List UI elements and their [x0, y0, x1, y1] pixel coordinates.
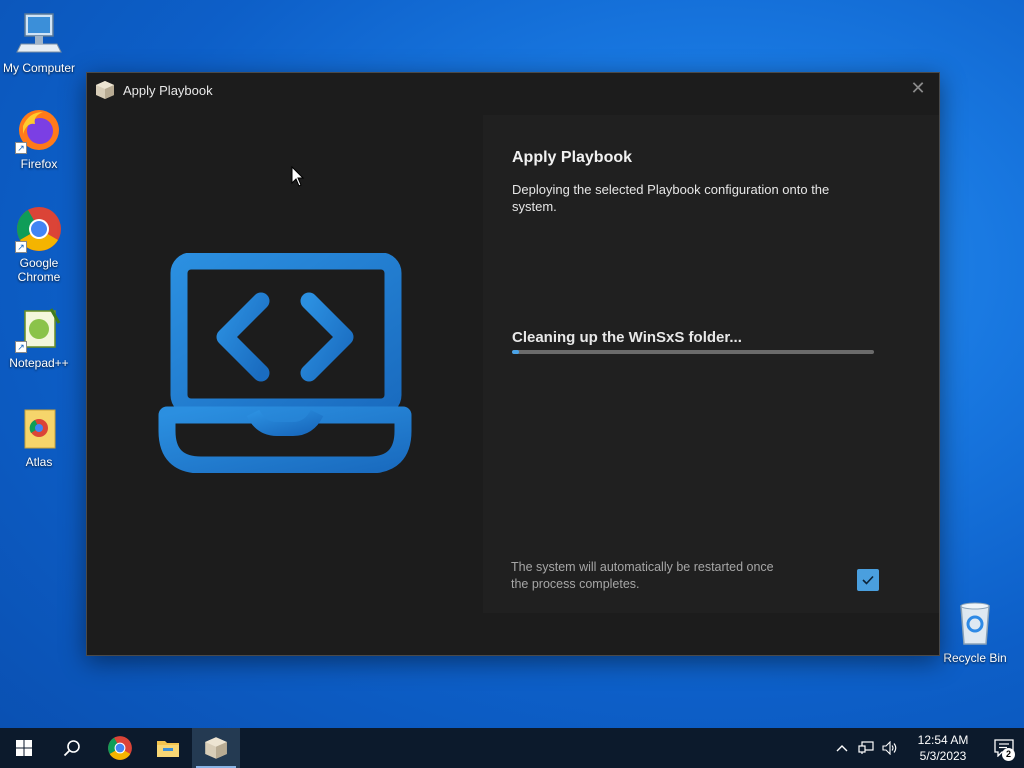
- progress-bar: [512, 350, 874, 354]
- firefox-icon: ↗: [15, 106, 63, 154]
- start-button[interactable]: [0, 728, 48, 768]
- search-button[interactable]: [48, 728, 96, 768]
- desktop-icon-label: Recycle Bin: [943, 651, 1007, 665]
- clock-time: 12:54 AM: [917, 733, 969, 747]
- start-icon: [16, 740, 32, 756]
- volume-button[interactable]: [878, 728, 902, 768]
- taskbar-file-explorer-button[interactable]: [144, 728, 192, 768]
- laptop-code-illustration: [158, 253, 412, 473]
- desktop-icon-label: Notepad++: [9, 356, 69, 370]
- playbook-app-icon: [96, 81, 114, 99]
- progress-bar-fill: [512, 350, 520, 354]
- panel-description: Deploying the selected Playbook configur…: [512, 182, 830, 214]
- desktop-icon-label: My Computer: [2, 61, 76, 75]
- show-hidden-icons-button[interactable]: [830, 728, 854, 768]
- mouse-cursor-icon: [291, 166, 305, 187]
- progress-status-text: Cleaning up the WinSxS folder...: [512, 329, 742, 346]
- desktop-icon-label: Firefox: [20, 157, 58, 171]
- system-tray: 12:54 AM 5/3/2023 2: [830, 728, 1024, 768]
- taskbar-playbook-button[interactable]: [192, 728, 240, 768]
- restart-checkbox[interactable]: [857, 569, 879, 591]
- notepadpp-icon: ↗: [15, 305, 63, 353]
- panel-heading: Apply Playbook: [512, 149, 633, 166]
- close-icon: ✕: [910, 77, 926, 98]
- network-icon: [858, 741, 874, 754]
- action-center-button[interactable]: 2: [984, 728, 1024, 768]
- network-button[interactable]: [854, 728, 878, 768]
- window-title: Apply Playbook: [123, 82, 213, 98]
- taskbar-clock[interactable]: 12:54 AM 5/3/2023: [908, 732, 978, 764]
- chevron-up-icon: [836, 745, 848, 752]
- recycle-bin-icon: [951, 600, 999, 648]
- taskbar: 12:54 AM 5/3/2023 2: [0, 728, 1024, 768]
- desktop-icon-firefox[interactable]: ↗ Firefox: [0, 106, 78, 171]
- chrome-icon: ↗: [15, 205, 63, 253]
- desktop-icon-recycle-bin[interactable]: Recycle Bin: [936, 600, 1014, 665]
- close-button[interactable]: ✕: [897, 73, 939, 103]
- playbook-progress-panel: Apply Playbook Deploying the selected Pl…: [483, 115, 939, 613]
- atlas-folder-icon: [15, 404, 63, 452]
- apply-playbook-window: Apply Playbook ✕ Apply Playbook Deployin…: [86, 72, 940, 656]
- desktop-icon-chrome[interactable]: ↗ Google Chrome: [0, 205, 78, 284]
- desktop-icon-notepadpp[interactable]: ↗ Notepad++: [0, 305, 78, 370]
- desktop-icon-my-computer[interactable]: My Computer: [0, 10, 78, 75]
- playbook-app-icon: [205, 737, 227, 759]
- search-icon: [63, 740, 80, 757]
- window-titlebar[interactable]: Apply Playbook ✕: [87, 73, 939, 107]
- speaker-icon: [882, 741, 897, 755]
- desktop-icon-atlas[interactable]: Atlas: [0, 404, 78, 469]
- checkmark-icon: [862, 575, 874, 585]
- restart-note: The system will automatically be restart…: [511, 560, 774, 591]
- chrome-icon: [108, 736, 132, 760]
- clock-date: 5/3/2023: [919, 749, 967, 763]
- notification-count-badge: 2: [1002, 748, 1015, 761]
- desktop-icon-label: Atlas: [25, 455, 53, 469]
- desktop-icon-label: Google Chrome: [17, 256, 61, 284]
- computer-icon: [15, 10, 63, 58]
- file-explorer-icon: [157, 741, 179, 757]
- taskbar-chrome-button[interactable]: [96, 728, 144, 768]
